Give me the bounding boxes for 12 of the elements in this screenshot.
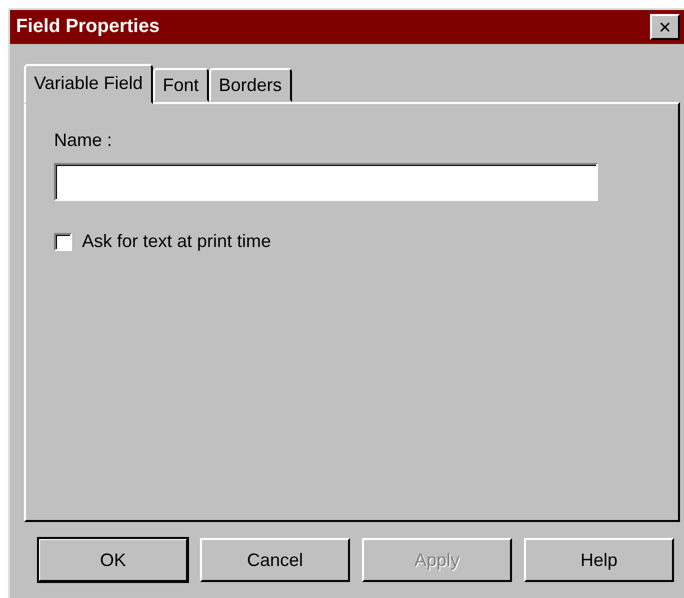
tab[interactable]: Borders: [208, 68, 292, 102]
close-button[interactable]: ✕: [650, 14, 680, 40]
tab[interactable]: Font: [152, 68, 209, 102]
name-field[interactable]: [54, 163, 598, 201]
dialog-button[interactable]: OK: [38, 538, 188, 582]
checkbox[interactable]: [54, 232, 72, 250]
tab[interactable]: Variable Field: [24, 64, 153, 104]
dialog-button[interactable]: Help: [524, 538, 674, 582]
dialog-button[interactable]: Cancel: [200, 538, 350, 582]
window-title: Field Properties: [16, 16, 160, 38]
checkbox-label: Ask for text at print time: [82, 231, 272, 252]
name-label: Name :: [54, 130, 112, 151]
